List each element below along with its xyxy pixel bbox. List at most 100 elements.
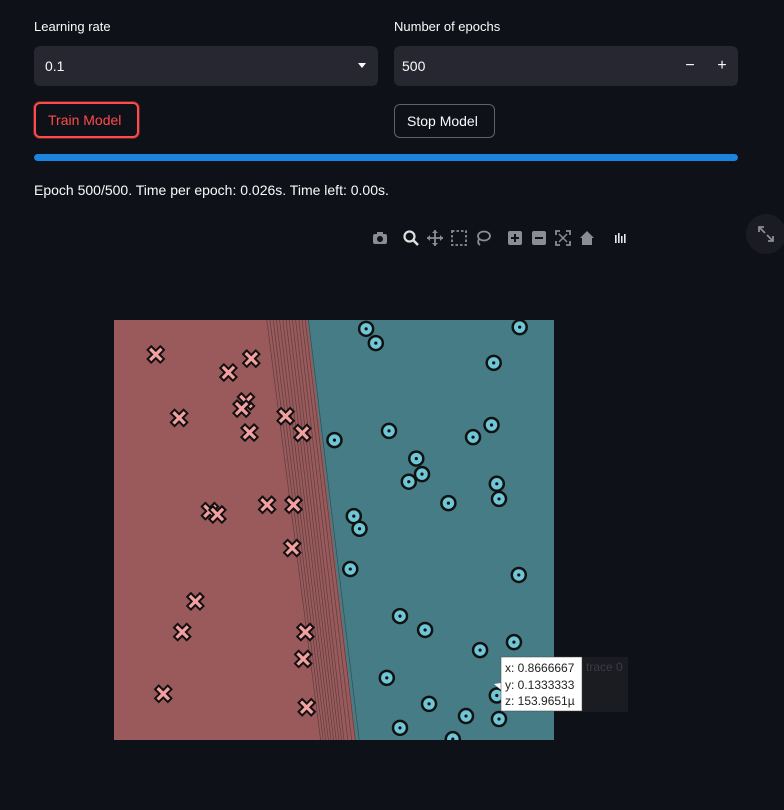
cross-point [283, 495, 304, 515]
zoom-icon[interactable] [402, 229, 420, 247]
epochs-number-input[interactable]: 500 − + [394, 46, 738, 86]
circle-point [483, 416, 500, 434]
circle-point [490, 490, 508, 508]
circle-point [367, 334, 385, 352]
contour-line [292, 320, 342, 740]
zoom-out-icon[interactable] [530, 229, 548, 247]
progress-bar-fill [34, 154, 738, 161]
lasso-icon[interactable] [474, 229, 492, 247]
learning-rate-label: Learning rate [34, 19, 111, 34]
cross-point [185, 591, 206, 612]
circle-point [440, 494, 457, 512]
hover-box [500, 656, 583, 712]
contour-line [269, 320, 324, 740]
cross-point [239, 422, 260, 443]
plotly-logo-icon[interactable] [611, 229, 629, 247]
hover-label: trace 0 x: 0.8666667 y: 0.1333333 z: 153… [494, 656, 628, 712]
cross-point [282, 538, 302, 558]
circle-point [391, 607, 409, 625]
circle-point [490, 710, 508, 728]
epochs-label: Number of epochs [394, 19, 501, 34]
cross-point [231, 399, 252, 419]
chevron-down-icon[interactable] [358, 63, 366, 68]
circle-point [488, 687, 506, 704]
circle-point [345, 507, 363, 525]
circle-point [505, 633, 523, 651]
cross-point [218, 362, 239, 383]
box-select-icon[interactable] [450, 229, 468, 247]
zoom-in-icon[interactable] [506, 229, 524, 247]
hover-trace-label: trace 0 [586, 660, 623, 674]
class1-region [307, 320, 554, 740]
progress-bar [34, 154, 738, 161]
circle-point [380, 422, 398, 440]
cross-point [241, 349, 261, 369]
autoscale-icon[interactable] [554, 229, 572, 247]
cross-point [292, 423, 312, 443]
stop-model-button[interactable]: Stop Model [394, 104, 495, 138]
circle-point [413, 465, 431, 483]
cross-point [169, 408, 189, 428]
circle-point [488, 475, 506, 493]
circle-point [457, 707, 475, 725]
contour-line [272, 320, 327, 740]
contour-line [295, 320, 345, 740]
cross-point [236, 391, 256, 412]
circle-point [408, 450, 425, 467]
expand-icon [758, 226, 774, 242]
contour-line [276, 320, 329, 740]
scatter-points [146, 320, 528, 740]
fullscreen-button[interactable] [746, 214, 784, 254]
cross-point [200, 501, 220, 521]
hover-arrow [494, 683, 501, 690]
decrement-button[interactable]: − [674, 46, 706, 86]
pan-icon[interactable] [426, 229, 444, 247]
circle-point [420, 695, 438, 713]
reset-axes-icon[interactable] [578, 229, 596, 247]
circle-point [342, 560, 359, 578]
hover-trace-box [582, 657, 628, 712]
contour-line [298, 320, 349, 740]
circle-point [471, 641, 489, 659]
hover-x: x: 0.8666667 [505, 661, 575, 675]
contour-line [301, 320, 352, 740]
circle-point [351, 520, 368, 537]
contour-line [304, 320, 356, 740]
circle-point [511, 320, 528, 336]
circle-point [357, 320, 375, 338]
contour-line [288, 320, 340, 740]
circle-point [416, 621, 434, 639]
contour-line [308, 320, 360, 740]
epochs-value[interactable]: 500 [402, 58, 425, 74]
learning-rate-select[interactable]: 0.1 [34, 46, 378, 86]
circle-point [400, 473, 418, 490]
circle-point [485, 354, 502, 372]
hover-y: y: 0.1333333 [505, 678, 575, 692]
camera-icon[interactable] [371, 229, 389, 247]
circle-point [510, 566, 528, 584]
training-status-text: Epoch 500/500. Time per epoch: 0.026s. T… [34, 182, 389, 198]
cross-point [207, 504, 228, 525]
circle-point [391, 719, 409, 737]
cross-point [172, 622, 192, 642]
cross-point [293, 649, 313, 669]
circle-point [464, 428, 482, 446]
cross-point [275, 406, 296, 426]
contour-line [279, 320, 332, 740]
contour-line [282, 320, 334, 740]
cross-point [146, 344, 166, 365]
contour-line [266, 320, 321, 740]
cross-point [295, 622, 316, 642]
cross-point [257, 495, 277, 515]
cross-point [153, 684, 173, 704]
increment-button[interactable]: + [706, 46, 738, 86]
circle-point [378, 669, 396, 687]
circle-point [326, 431, 343, 449]
class0-region [114, 320, 554, 740]
contour-lines [266, 320, 360, 740]
learning-rate-value: 0.1 [45, 58, 65, 74]
train-model-button[interactable]: Train Model [34, 102, 139, 138]
circle-point [444, 730, 462, 740]
cross-point [297, 697, 317, 717]
contour-line [285, 320, 337, 740]
